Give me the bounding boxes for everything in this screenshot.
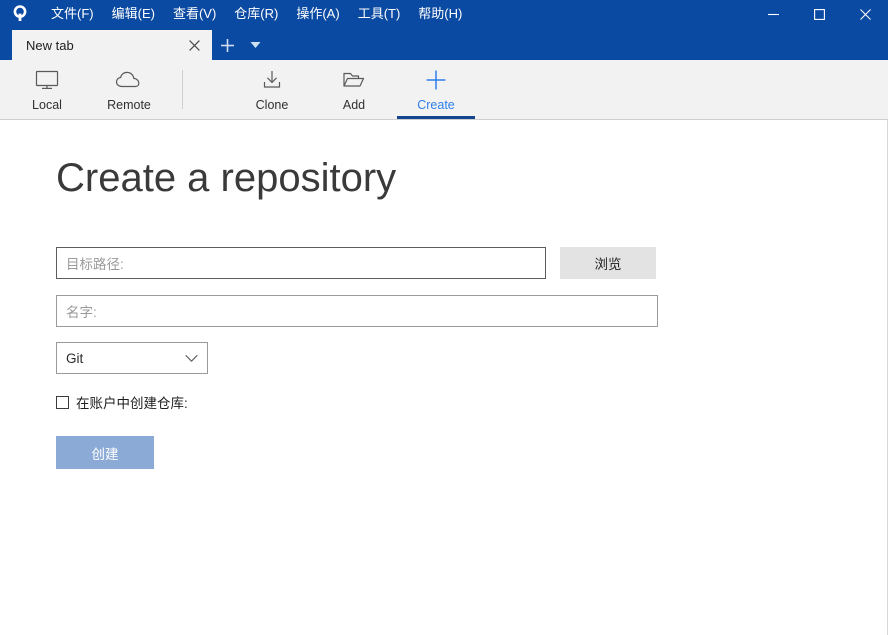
tab-label: New tab <box>26 37 74 53</box>
menu-help[interactable]: 帮助(H) <box>409 0 471 28</box>
toolbar-item-add[interactable]: Add <box>313 60 395 119</box>
menu-edit[interactable]: 编辑(E) <box>103 0 164 28</box>
folder-open-icon <box>342 67 366 93</box>
toolbar-label-local: Local <box>32 98 62 112</box>
account-checkbox-row: 在账户中创建仓库: <box>56 392 188 412</box>
menu-bar: 文件(F) 编辑(E) 查看(V) 仓库(R) 操作(A) 工具(T) 帮助(H… <box>42 0 471 28</box>
active-tab-underline <box>397 116 475 119</box>
minimize-icon <box>767 13 779 15</box>
toolbar-label-clone: Clone <box>255 98 289 112</box>
cloud-icon <box>115 67 143 93</box>
smartgit-logo-icon <box>6 0 34 28</box>
create-repository-button[interactable]: 创建 <box>56 436 154 469</box>
tab-list-dropdown-button[interactable] <box>242 30 268 60</box>
plus-icon <box>220 38 234 52</box>
menu-repository[interactable]: 仓库(R) <box>225 0 287 28</box>
toolbar-label-remote: Remote <box>107 98 151 112</box>
content-area: Create a repository 目标路径: 浏览 名字: Git 在账户… <box>0 120 888 635</box>
toolbar-item-clone[interactable]: Clone <box>231 60 313 119</box>
menu-view[interactable]: 查看(V) <box>164 0 225 28</box>
close-icon <box>859 8 871 20</box>
repository-type-value: Git <box>66 350 84 366</box>
toolbar-item-local[interactable]: Local <box>6 60 88 119</box>
toolbar-item-remote[interactable]: Remote <box>88 60 170 119</box>
repository-name-placeholder: 名字: <box>66 305 97 320</box>
chevron-down-icon <box>185 351 198 366</box>
toolbar-label-create: Create <box>417 98 455 112</box>
new-tab-button[interactable] <box>212 30 242 60</box>
maximize-icon <box>813 8 825 20</box>
chevron-down-icon <box>250 42 260 48</box>
target-path-placeholder: 目标路径: <box>66 257 124 272</box>
main-toolbar: Local Remote Clone Add Create <box>0 60 888 120</box>
menu-tools[interactable]: 工具(T) <box>349 0 410 28</box>
minimize-button[interactable] <box>750 0 796 28</box>
close-button[interactable] <box>842 0 888 28</box>
checkbox-box-icon <box>56 395 69 409</box>
tab-strip: New tab <box>0 28 888 60</box>
menu-actions[interactable]: 操作(A) <box>287 0 348 28</box>
toolbar-label-add: Add <box>342 98 366 112</box>
target-path-input[interactable]: 目标路径: <box>56 247 546 279</box>
monitor-icon <box>35 67 59 93</box>
title-bar: 文件(F) 编辑(E) 查看(V) 仓库(R) 操作(A) 工具(T) 帮助(H… <box>0 0 888 28</box>
repository-name-input[interactable]: 名字: <box>56 295 658 327</box>
toolbar-item-create[interactable]: Create <box>395 60 477 119</box>
create-in-account-checkbox[interactable]: 在账户中创建仓库: <box>56 392 188 412</box>
repository-type-select[interactable]: Git <box>56 342 208 374</box>
tab-close-icon[interactable] <box>184 35 204 55</box>
maximize-button[interactable] <box>796 0 842 28</box>
menu-file[interactable]: 文件(F) <box>42 0 103 28</box>
window-controls <box>750 0 888 28</box>
repository-type-row: Git <box>56 342 208 374</box>
download-icon <box>261 67 283 93</box>
application-window: 文件(F) 编辑(E) 查看(V) 仓库(R) 操作(A) 工具(T) 帮助(H… <box>0 0 888 635</box>
create-in-account-label: 在账户中创建仓库: <box>76 396 188 411</box>
tab-new-tab[interactable]: New tab <box>12 30 212 60</box>
toolbar-divider <box>182 70 183 109</box>
browse-button[interactable]: 浏览 <box>560 247 656 279</box>
target-path-row: 目标路径: 浏览 <box>56 247 656 279</box>
plus-icon <box>425 67 447 93</box>
submit-row: 创建 <box>56 436 154 469</box>
page-title: Create a repository <box>56 156 397 200</box>
repository-name-row: 名字: <box>56 295 658 327</box>
